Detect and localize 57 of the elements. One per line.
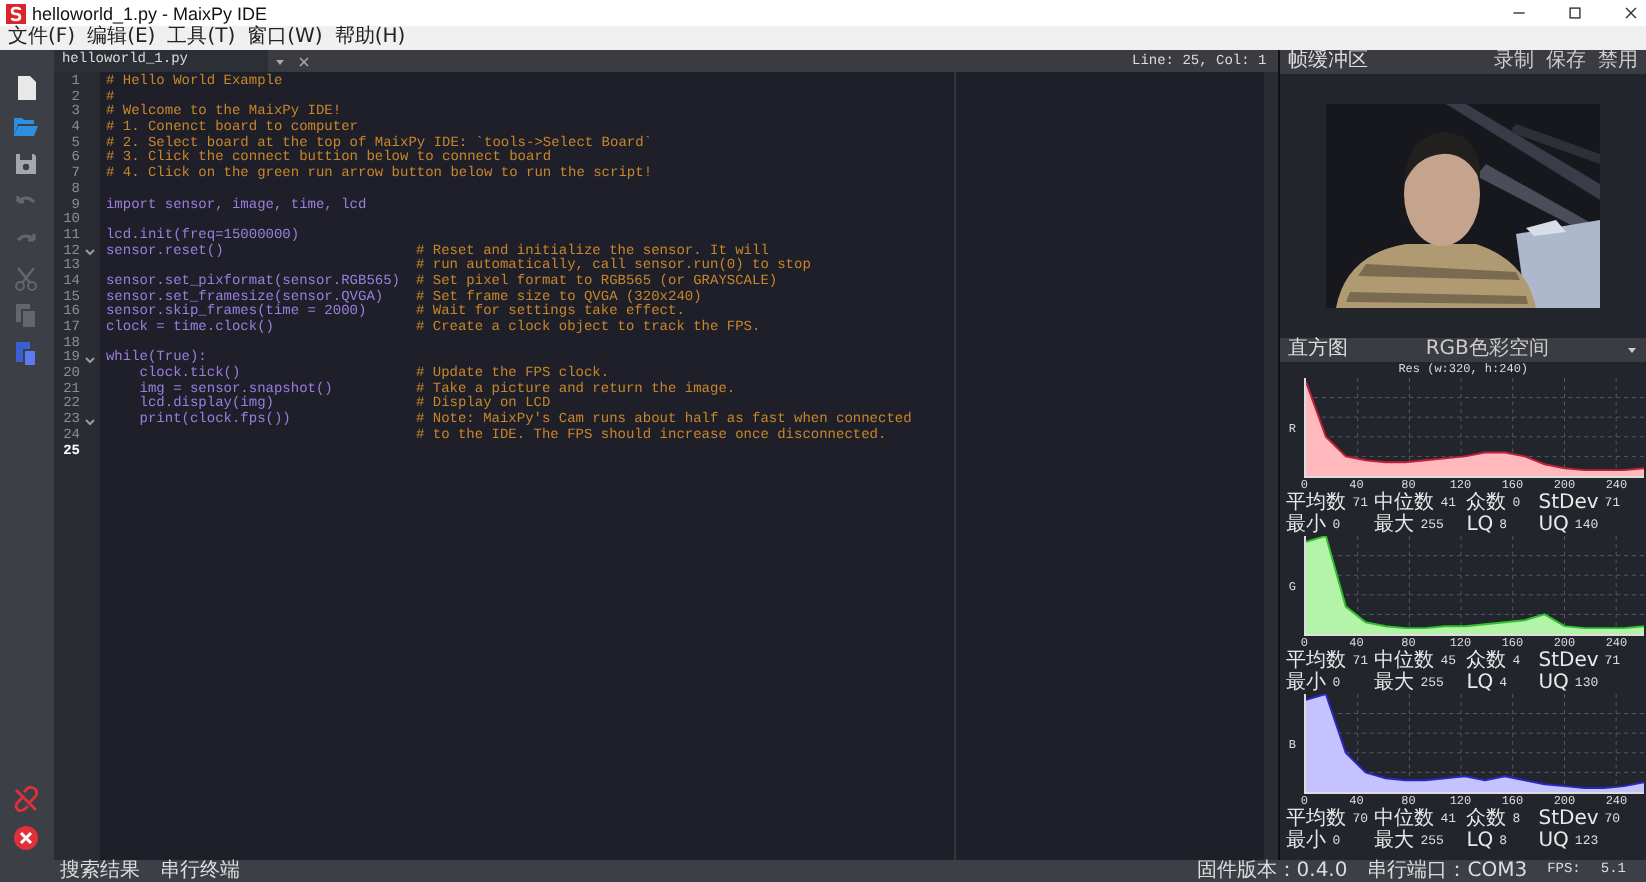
stat-label: 最小: [1286, 672, 1327, 694]
stat-label: 平均数: [1286, 808, 1347, 830]
panel-title: 帧缓冲区: [1288, 50, 1369, 74]
stat-label: 众数: [1466, 808, 1507, 830]
stat-label: 众数: [1466, 650, 1507, 672]
panel-button[interactable]: 保存: [1546, 50, 1586, 74]
close-circle-icon: [12, 824, 41, 852]
color-space-dropdown[interactable]: RGB色彩空间: [1360, 338, 1614, 362]
floppy-icon: [12, 150, 41, 178]
folder-icon: [12, 112, 41, 140]
firmware-version: 固件版本：0.4.0: [1196, 860, 1348, 882]
copy-icon: [12, 302, 41, 330]
paste-icon: [12, 340, 41, 368]
link-icon: [12, 786, 41, 814]
stat-label: LQ: [1466, 514, 1494, 536]
stat-label: 最大: [1374, 830, 1415, 852]
panel-title: 直方图: [1288, 338, 1349, 362]
stat-label: UQ: [1538, 830, 1569, 852]
serial-port: 串行端口：COM3: [1367, 860, 1528, 882]
stat-label: 平均数: [1286, 650, 1347, 672]
stat-label: StDev: [1538, 808, 1599, 830]
window-title: helloworld_1.py - MaixPy IDE: [32, 3, 268, 23]
output-tab[interactable]: 搜索结果: [60, 860, 140, 882]
maximize-icon[interactable]: [1568, 6, 1582, 20]
stat-label: 最大: [1374, 672, 1415, 694]
chevron-icon[interactable]: [83, 415, 96, 428]
stat-label: UQ: [1538, 514, 1569, 536]
chevron-icon[interactable]: [83, 246, 96, 259]
stat-label: 众数: [1466, 492, 1507, 514]
chevron-icon[interactable]: [83, 354, 96, 367]
stat-label: 中位数: [1374, 808, 1435, 830]
stat-label: 最大: [1374, 514, 1415, 536]
menu-item[interactable]: 工具(T): [167, 26, 236, 50]
panel-button[interactable]: 禁用: [1598, 50, 1638, 74]
scissors-icon: [12, 264, 41, 292]
minimize-icon[interactable]: [1512, 6, 1526, 20]
menu-item[interactable]: 编辑(E): [87, 26, 156, 50]
stat-label: 平均数: [1286, 492, 1347, 514]
stat-label: 最小: [1286, 830, 1327, 852]
caret-icon[interactable]: [1626, 344, 1638, 356]
stat-label: UQ: [1538, 672, 1569, 694]
caret-icon[interactable]: [273, 55, 286, 67]
scrollbar[interactable]: [1264, 72, 1279, 860]
menu-item[interactable]: 帮助(H): [334, 26, 406, 50]
stat-label: 最小: [1286, 514, 1327, 536]
stat-label: LQ: [1466, 672, 1494, 694]
stat-label: 中位数: [1374, 650, 1435, 672]
output-tab[interactable]: 串行终端: [160, 860, 240, 882]
menu-item[interactable]: 文件(F): [8, 26, 76, 50]
document-icon: [12, 74, 41, 102]
panel-button[interactable]: 录制: [1494, 50, 1534, 74]
close-icon[interactable]: [1624, 6, 1638, 20]
stat-label: StDev: [1538, 650, 1599, 672]
stat-label: LQ: [1466, 830, 1494, 852]
menu-item[interactable]: 窗口(W): [247, 26, 323, 50]
stat-label: 中位数: [1374, 492, 1435, 514]
stat-label: StDev: [1538, 492, 1599, 514]
